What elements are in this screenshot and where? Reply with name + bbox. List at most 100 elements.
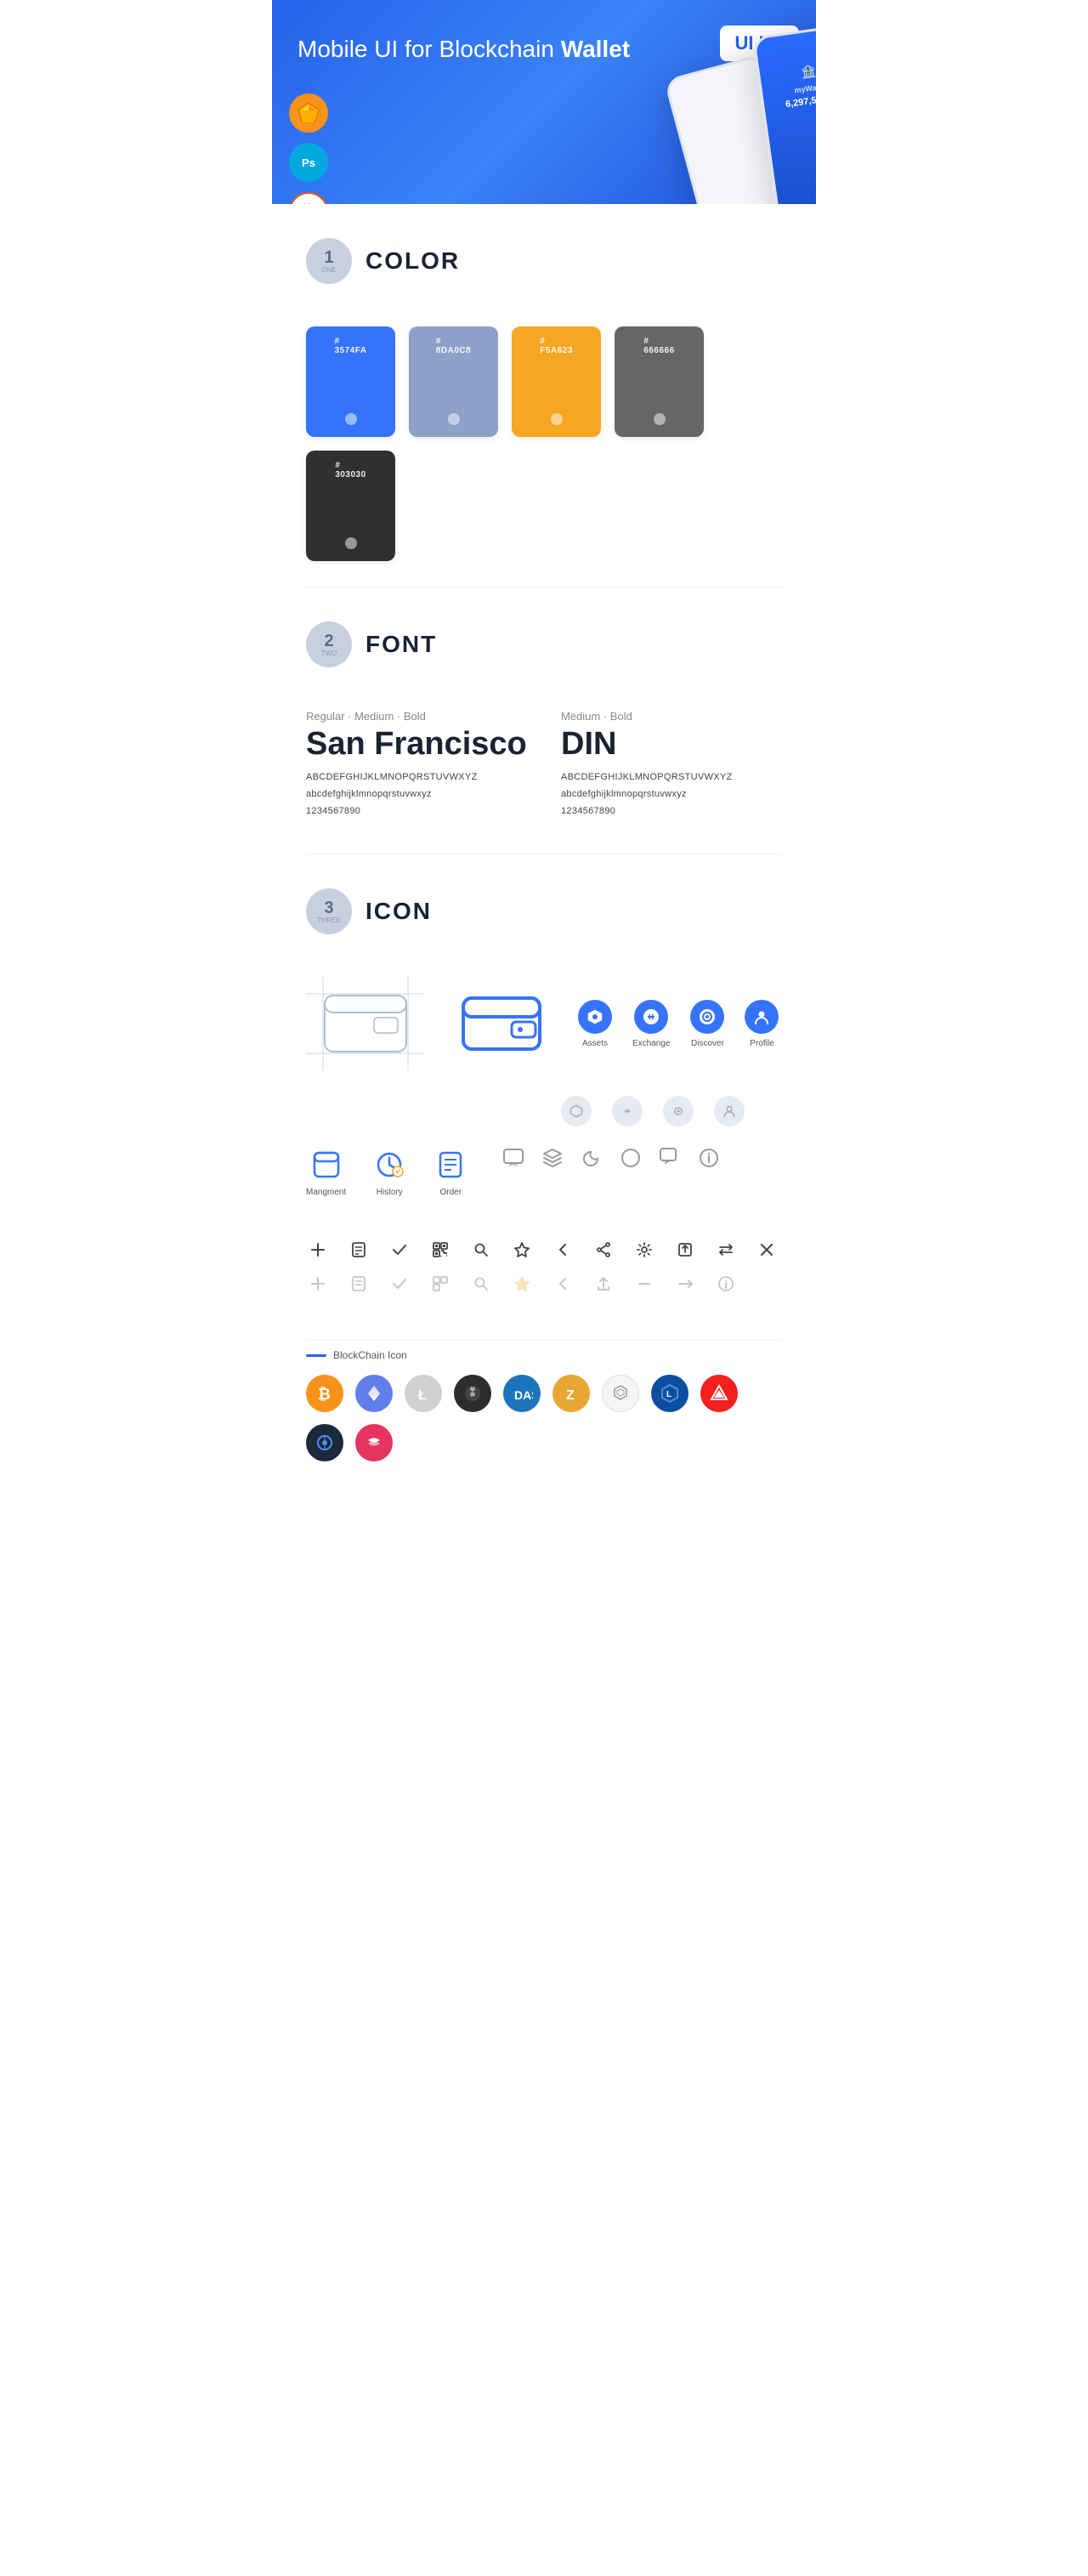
speech-icon: [659, 1147, 681, 1169]
profile-label: Profile: [750, 1039, 774, 1048]
swap-icon: [714, 1238, 738, 1262]
ghost-share2-icon: [592, 1272, 615, 1296]
chevron-left-icon: [551, 1238, 575, 1262]
ethereum-icon: [355, 1375, 393, 1412]
ghost-search-icon: [469, 1272, 493, 1296]
font-sf: Regular · Medium · Bold San Francisco AB…: [306, 710, 527, 820]
ghost-profile-icon: [714, 1096, 745, 1126]
ghost-star-icon: [510, 1272, 534, 1296]
management-label: Mangment: [306, 1188, 346, 1197]
font-din-label: Medium · Bold: [561, 710, 782, 723]
ghost-info2-icon: [714, 1272, 738, 1296]
phone-mockups: 🏦 myWallet 6,297,502.12 myWallet 6,297,5…: [425, 9, 816, 204]
info-icon: [698, 1147, 720, 1169]
wireframe-wallet-icon: [306, 977, 425, 1070]
blackcoin-icon: [454, 1375, 491, 1412]
bancor-icon: [306, 1424, 343, 1461]
management-icon: [309, 1147, 344, 1183]
mgmt-icon-history: History: [371, 1147, 407, 1197]
icon-section-header: 3 THREE ICON: [272, 854, 816, 977]
order-label: Order: [439, 1188, 462, 1197]
history-label: History: [377, 1188, 403, 1197]
discover-icon-circle: [690, 1000, 724, 1034]
font-din-lower: abcdefghijklmnopqrstuvwxyz: [561, 786, 782, 803]
tool-badges: Ps 60+Screens: [289, 94, 328, 204]
sketch-badge: [289, 94, 328, 133]
search-icon: [469, 1238, 493, 1262]
layers-icon: [541, 1147, 564, 1169]
share-icon: [592, 1238, 615, 1262]
nav-icon-profile: Profile: [745, 1000, 779, 1048]
swatch-dot: [551, 413, 563, 425]
wireframe-icon-container: [306, 977, 425, 1070]
swatch-orange: #F5A623: [512, 326, 601, 437]
font-section-number-row: 2 TWO FONT: [306, 621, 782, 667]
ghost-exchange-icon: [612, 1096, 643, 1126]
font-sf-name: San Francisco: [306, 726, 527, 763]
svg-text:Z: Z: [566, 1388, 575, 1403]
svg-text:DASH: DASH: [514, 1388, 533, 1402]
svg-text:L: L: [666, 1390, 672, 1399]
mgmt-chat-row: Mangment History: [306, 1147, 782, 1217]
crypto-icons-row: ₿ Ł DASH: [306, 1375, 782, 1461]
screens-badge: 60+Screens: [289, 192, 328, 204]
swatch-dark-gray: #666666: [615, 326, 704, 437]
ghost-notes-icon: [347, 1272, 371, 1296]
nav-icon-discover: Discover: [690, 1000, 724, 1048]
font-section-content: Regular · Medium · Bold San Francisco AB…: [272, 710, 816, 854]
check-icon: [388, 1238, 411, 1262]
svg-text:₿: ₿: [318, 1386, 331, 1403]
swatch-dot: [654, 413, 666, 425]
ghost-plus-icon: [306, 1272, 330, 1296]
export-icon: [673, 1238, 697, 1262]
action-icons-row: [306, 1238, 782, 1262]
hero-section: Mobile UI for Blockchain Wallet UI Kit P…: [272, 0, 816, 204]
ghost-assets-icon: [561, 1096, 592, 1126]
font-sf-lower: abcdefghijklmnopqrstuvwxyz: [306, 786, 527, 803]
icon-section-number-row: 3 THREE ICON: [306, 888, 782, 934]
mgmt-icon-management: Mangment: [306, 1147, 346, 1197]
font-sf-upper: ABCDEFGHIJKLMNOPQRSTUVWXYZ: [306, 769, 527, 786]
font-din-nums: 1234567890: [561, 803, 782, 820]
ps-badge: Ps: [289, 143, 328, 182]
profile-icon-circle: [745, 1000, 779, 1034]
bitcoin-icon: ₿: [306, 1375, 343, 1412]
blockchain-icon-section: BlockChain Icon ₿ Ł: [272, 1341, 816, 1495]
exchange-icon-circle: [634, 1000, 668, 1034]
swatch-black: #303030: [306, 451, 395, 561]
blue-wallet-icon: [459, 990, 544, 1058]
chat-icons: [502, 1147, 720, 1169]
ghost-qr-icon: [428, 1272, 452, 1296]
blockchain-label: BlockChain Icon: [333, 1349, 407, 1361]
font-din: Medium · Bold DIN ABCDEFGHIJKLMNOPQRSTUV…: [561, 710, 782, 820]
color-section-header: 1 ONE COLOR: [272, 204, 816, 326]
font-din-name: DIN: [561, 726, 782, 763]
litecoin-icon: Ł: [405, 1375, 442, 1412]
ark-icon: [700, 1375, 738, 1412]
blockchain-label-row: BlockChain Icon: [306, 1349, 782, 1361]
color-swatches: #3574FA #8DA0C8 #F5A623 #666666 #303030: [272, 326, 816, 587]
icon-section-title: ICON: [366, 898, 432, 925]
font-din-upper: ABCDEFGHIJKLMNOPQRSTUVWXYZ: [561, 769, 782, 786]
font-section-num: 2 TWO: [306, 621, 352, 667]
blue-line-accent: [306, 1354, 326, 1357]
nav-icon-exchange: Exchange: [632, 1000, 670, 1048]
lisk-icon: L: [651, 1375, 688, 1412]
streamr-icon: [355, 1424, 393, 1461]
color-section-number-row: 1 ONE COLOR: [306, 238, 782, 284]
plus-icon: [306, 1238, 330, 1262]
font-section-title: FONT: [366, 631, 437, 658]
star-icon: [510, 1238, 534, 1262]
discover-label: Discover: [691, 1039, 724, 1048]
nav-icon-assets: Assets: [578, 1000, 612, 1048]
ghost-x-icon: [632, 1272, 656, 1296]
icon-section-num: 3 THREE: [306, 888, 352, 934]
color-section-title: COLOR: [366, 247, 460, 275]
swatch-blue: #3574FA: [306, 326, 395, 437]
chat-icon: [502, 1147, 524, 1169]
moon-icon: [581, 1147, 603, 1169]
font-sf-label: Regular · Medium · Bold: [306, 710, 527, 723]
circle-icon: [620, 1147, 642, 1169]
font-sf-nums: 1234567890: [306, 803, 527, 820]
assets-icon-circle: [578, 1000, 612, 1034]
